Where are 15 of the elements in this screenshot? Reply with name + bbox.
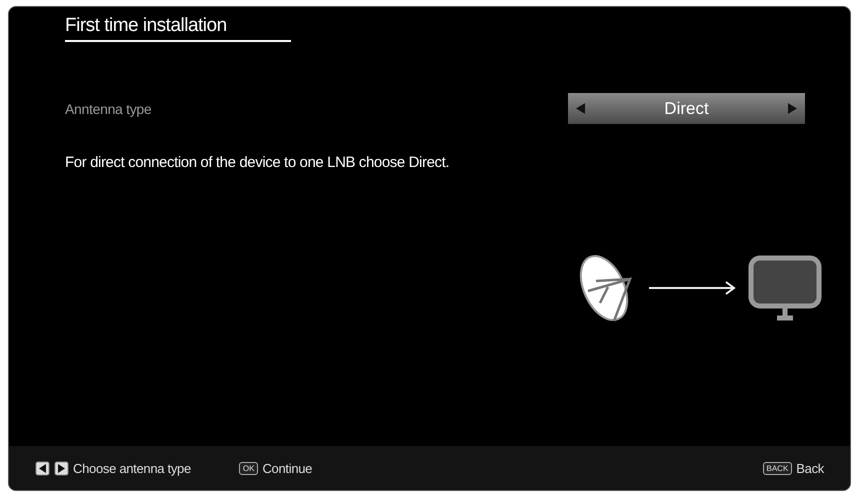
screen-title: First time installation — [65, 15, 291, 42]
remote-key: OK — [238, 462, 258, 474]
left-key-icon — [35, 460, 50, 476]
hint-text: Continue — [262, 460, 312, 476]
left-arrow-icon[interactable] — [576, 103, 585, 114]
right-arrow-icon[interactable] — [788, 103, 797, 114]
hint-text: Choose antenna type — [73, 460, 191, 476]
antenna-type-selector[interactable]: Direct — [568, 93, 805, 124]
arrow-icon — [648, 281, 736, 295]
description: For direct connection of the device to one LNB choose Direct. — [65, 154, 450, 171]
setting-label: Anntenna type — [65, 100, 152, 116]
right-key-icon — [54, 460, 69, 476]
remote-key: BACK — [762, 462, 792, 474]
tv-monitor-icon — [748, 255, 822, 321]
hint-text: Back — [796, 460, 824, 476]
